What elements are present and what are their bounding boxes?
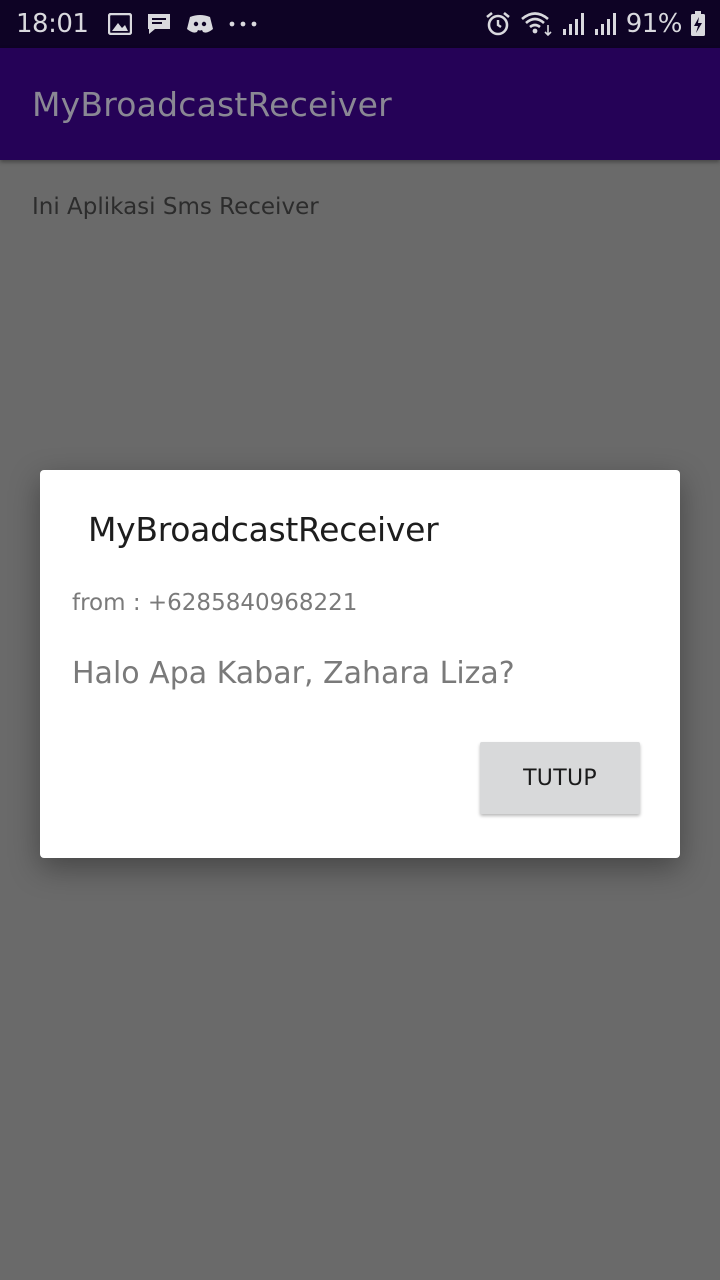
alarm-icon: [484, 10, 512, 38]
content-text: Ini Aplikasi Sms Receiver: [32, 194, 319, 220]
dialog-title: MyBroadcastReceiver: [88, 510, 439, 549]
phone-screen: 18:01 91% MyBroadcastReceiver Ini Aplika…: [0, 0, 720, 1280]
discord-icon: [186, 13, 214, 35]
notification-icons: [108, 12, 258, 36]
signal-icon: [562, 12, 586, 36]
sender-number: from : +6285840968221: [72, 590, 358, 616]
more-dots-icon: [228, 20, 258, 28]
battery-charging-icon: [690, 11, 706, 37]
image-icon: [108, 13, 133, 35]
close-button[interactable]: TUTUP: [480, 742, 640, 814]
sms-alert-dialog: MyBroadcastReceiver from : +628584096822…: [40, 470, 680, 858]
battery-percent: 91%: [625, 9, 683, 39]
status-bar: 18:01 91%: [0, 0, 720, 48]
status-time: 18:01: [16, 9, 89, 39]
message-icon: [146, 12, 172, 36]
wifi-icon: [520, 11, 554, 37]
app-bar: MyBroadcastReceiver: [0, 48, 720, 160]
system-icons: 91%: [484, 9, 706, 39]
app-title: MyBroadcastReceiver: [32, 84, 392, 124]
sms-message: Halo Apa Kabar, Zahara Liza?: [72, 656, 515, 691]
signal-icon: [594, 12, 618, 36]
